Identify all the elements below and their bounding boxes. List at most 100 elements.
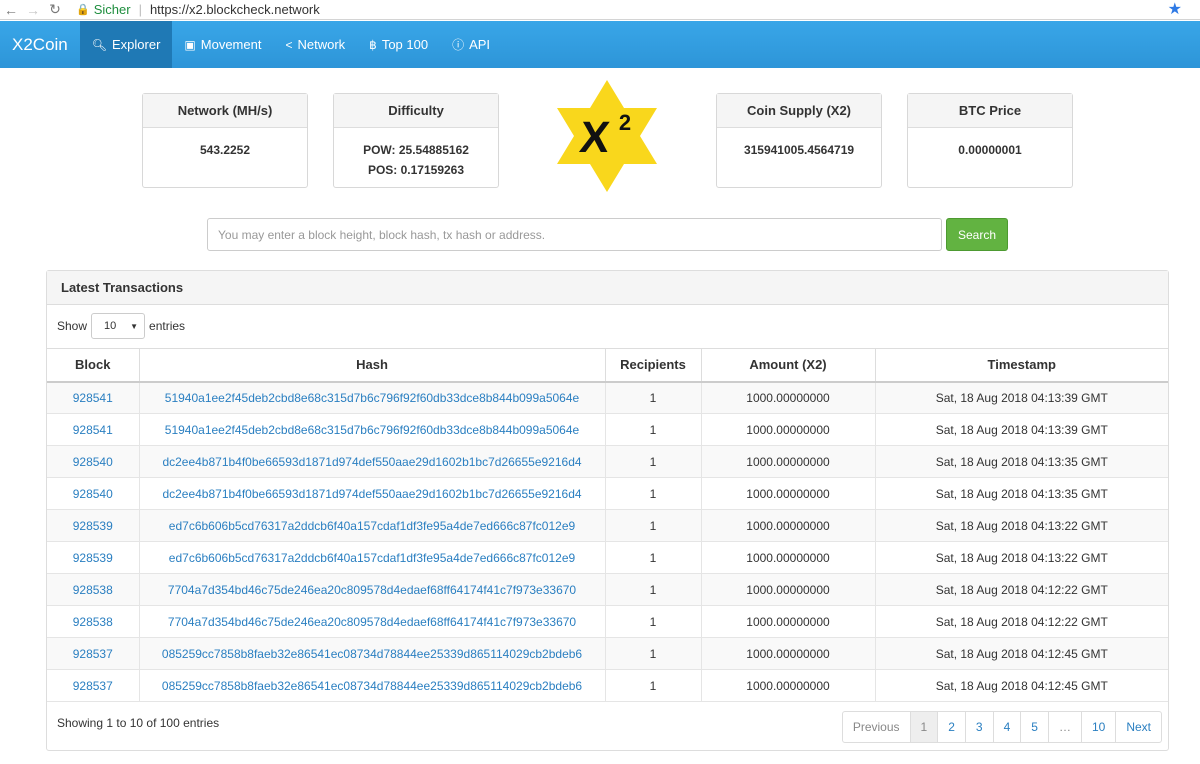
column-header-block[interactable]: Block	[47, 348, 139, 383]
hash-cell[interactable]: 51940a1ee2f45deb2cbd8e68c315d7b6c796f92f…	[138, 381, 605, 414]
hash-cell[interactable]: 7704a7d354bd46c75de246ea20c809578d4edaef…	[138, 573, 605, 606]
nav-network[interactable]: < Network	[273, 21, 357, 68]
column-header-timestamp[interactable]: Timestamp	[874, 348, 1168, 383]
hash-cell[interactable]: 085259cc7858b8faeb32e86541ec08734d78844e…	[138, 669, 605, 702]
table-row: 928540 dc2ee4b871b4f0be66593d1871d974def5…	[47, 445, 1168, 478]
table-row: 928538 7704a7d354bd46c75de246ea20c809578d…	[47, 605, 1168, 638]
block-cell[interactable]: 928541	[47, 413, 139, 446]
recipients-cell: 1	[604, 413, 701, 446]
recipients-cell: 1	[604, 445, 701, 478]
page-length-select[interactable]: 10 ▼	[91, 313, 146, 339]
nav-movement-label: Movement	[200, 37, 262, 52]
browser-url-bar: ← → ↻ 🔒 Sicher | https://x2.blockcheck.n…	[0, 0, 1200, 20]
page-length-value: 10	[104, 320, 117, 332]
pagination-page-2[interactable]: 2	[937, 712, 965, 742]
search-input[interactable]: You may enter a block height, block hash…	[207, 218, 942, 251]
nav-api[interactable]: ⓘ API	[440, 21, 502, 68]
search-button[interactable]: Search	[946, 218, 1008, 251]
hash-cell[interactable]: 085259cc7858b8faeb32e86541ec08734d78844e…	[138, 637, 605, 670]
recipients-cell: 1	[604, 573, 701, 606]
hash-cell[interactable]: 51940a1ee2f45deb2cbd8e68c315d7b6c796f92f…	[138, 413, 605, 446]
coin-supply-title: Coin Supply (X2)	[717, 94, 881, 128]
recipients-cell: 1	[604, 509, 701, 542]
hash-cell[interactable]: dc2ee4b871b4f0be66593d1871d974def550aae2…	[138, 477, 605, 510]
pagination-page-4[interactable]: 4	[992, 712, 1021, 742]
info-icon: ⓘ	[452, 38, 465, 52]
latest-transactions-panel: Latest Transactions Show 10 ▼ entries Bl…	[46, 270, 1169, 751]
table-info: Showing 1 to 10 of 100 entries	[57, 716, 220, 730]
timestamp-cell: Sat, 18 Aug 2018 04:13:22 GMT	[874, 541, 1168, 574]
block-cell[interactable]: 928540	[47, 445, 139, 478]
hash-cell[interactable]: dc2ee4b871b4f0be66593d1871d974def550aae2…	[138, 445, 605, 478]
nav-top100[interactable]: ฿ Top 100	[357, 21, 440, 68]
pagination-page-5[interactable]: 5	[1020, 712, 1048, 742]
timestamp-cell: Sat, 18 Aug 2018 04:12:45 GMT	[874, 637, 1168, 670]
timestamp-cell: Sat, 18 Aug 2018 04:12:45 GMT	[874, 669, 1168, 702]
forward-arrow-icon[interactable]: →	[22, 0, 44, 20]
timestamp-cell: Sat, 18 Aug 2018 04:13:22 GMT	[874, 509, 1168, 542]
column-header-recipients[interactable]: Recipients	[604, 348, 701, 383]
transactions-table: Block Hash Recipients Amount (X2) Timest…	[47, 348, 1168, 702]
difficulty-pos: POS: 0.17159263	[367, 163, 465, 177]
block-cell[interactable]: 928539	[47, 509, 139, 542]
pagination-next[interactable]: Next	[1115, 712, 1161, 742]
reload-icon[interactable]: ↻	[44, 0, 66, 20]
difficulty-panel: Difficulty POW: 25.54885162 POS: 0.17159…	[333, 93, 499, 188]
hash-cell[interactable]: 7704a7d354bd46c75de246ea20c809578d4edaef…	[138, 605, 605, 638]
show-label: Show	[57, 319, 88, 333]
nav-explorer[interactable]: 🔍︎ Explorer	[79, 21, 173, 68]
search-icon: 🔍︎	[91, 37, 107, 52]
entries-label: entries	[149, 319, 186, 333]
pagination-page-1[interactable]: 1	[909, 712, 938, 742]
nav-network-label: Network	[297, 37, 346, 52]
block-cell[interactable]: 928539	[47, 541, 139, 574]
amount-cell: 1000.00000000	[700, 509, 875, 542]
recipients-cell: 1	[604, 541, 701, 574]
table-row: 928541 51940a1ee2f45deb2cbd8e68c315d7b6c7…	[47, 413, 1168, 446]
table-row: 928539 ed7c6b606b5cd76317a2ddcb6f40a157cd…	[47, 541, 1168, 574]
block-cell[interactable]: 928538	[47, 605, 139, 638]
pagination-page-10[interactable]: 10	[1080, 712, 1115, 742]
coin-supply-panel: Coin Supply (X2) 315941005.4564719	[716, 93, 882, 188]
brand-link[interactable]: X2Coin	[0, 21, 80, 68]
network-hashrate-title: Network (MH/s)	[143, 94, 307, 128]
amount-cell: 1000.00000000	[700, 477, 875, 510]
recipients-cell: 1	[604, 669, 701, 702]
chevron-down-icon: ▼	[130, 321, 139, 331]
table-row: 928539 ed7c6b606b5cd76317a2ddcb6f40a157cd…	[47, 509, 1168, 542]
block-cell[interactable]: 928537	[47, 637, 139, 670]
hash-cell[interactable]: ed7c6b606b5cd76317a2ddcb6f40a157cdaf1df3…	[138, 509, 605, 542]
address-field[interactable]: https://x2.blockcheck.network	[150, 2, 320, 17]
block-cell[interactable]: 928537	[47, 669, 139, 702]
difficulty-title: Difficulty	[334, 94, 498, 128]
bookmark-star-icon[interactable]: ★	[1168, 0, 1182, 20]
column-header-hash[interactable]: Hash	[138, 348, 605, 383]
table-row: 928541 51940a1ee2f45deb2cbd8e68c315d7b6c7…	[47, 381, 1168, 414]
amount-cell: 1000.00000000	[700, 413, 875, 446]
network-hashrate-panel: Network (MH/s) 543.2252	[142, 93, 308, 188]
column-header-amount[interactable]: Amount (X2)	[700, 348, 875, 383]
pagination-page-3[interactable]: 3	[964, 712, 993, 742]
amount-cell: 1000.00000000	[700, 381, 875, 414]
recipients-cell: 1	[604, 381, 701, 414]
block-cell[interactable]: 928540	[47, 477, 139, 510]
nav-top100-label: Top 100	[381, 37, 429, 52]
recipients-cell: 1	[604, 477, 701, 510]
nav-movement[interactable]: ▣ Movement	[172, 21, 273, 68]
timestamp-cell: Sat, 18 Aug 2018 04:13:35 GMT	[874, 477, 1168, 510]
amount-cell: 1000.00000000	[700, 669, 875, 702]
difficulty-pow: POW: 25.54885162	[363, 143, 469, 157]
logo-superscript: 2	[619, 110, 631, 135]
table-row: 928540 dc2ee4b871b4f0be66593d1871d974def5…	[47, 477, 1168, 510]
hash-cell[interactable]: ed7c6b606b5cd76317a2ddcb6f40a157cdaf1df3…	[138, 541, 605, 574]
url-separator: |	[138, 2, 142, 17]
share-icon: <	[285, 37, 293, 52]
back-arrow-icon[interactable]: ←	[0, 0, 22, 20]
pagination-previous[interactable]: Previous	[843, 712, 910, 742]
coin-supply-value: 315941005.4564719	[743, 143, 855, 157]
recipients-cell: 1	[604, 605, 701, 638]
block-cell[interactable]: 928541	[47, 381, 139, 414]
block-cell[interactable]: 928538	[47, 573, 139, 606]
btc-price-panel: BTC Price 0.00000001	[907, 93, 1073, 188]
pagination-ellipsis: …	[1047, 712, 1081, 742]
